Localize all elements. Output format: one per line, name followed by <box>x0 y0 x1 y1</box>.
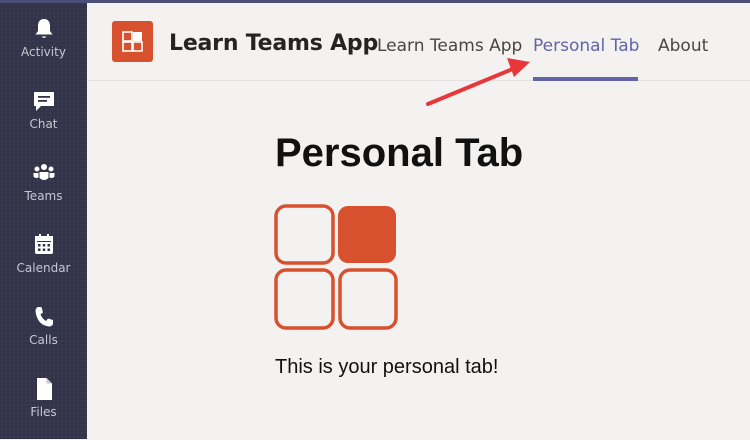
teams-icon <box>33 164 54 180</box>
rail-item-activity[interactable]: Activity <box>0 16 87 80</box>
tab-personal-tab[interactable]: Personal Tab <box>533 36 639 56</box>
app-logo <box>112 21 153 62</box>
rail-label: Calendar <box>16 261 71 275</box>
active-tab-indicator <box>533 77 638 81</box>
rail-item-files[interactable]: Files <box>0 376 87 440</box>
app-bar: Activity Chat Teams Calendar Calls Files <box>0 3 87 439</box>
tab-learn-teams-app[interactable]: Learn Teams App <box>377 36 522 56</box>
tab-about[interactable]: About <box>658 36 708 56</box>
rail-label: Chat <box>29 117 58 131</box>
bell-icon <box>35 19 52 38</box>
chat-icon <box>33 92 54 111</box>
file-icon <box>36 378 52 400</box>
calendar-icon <box>34 234 53 254</box>
rail-label: Files <box>30 405 57 419</box>
page-title: Personal Tab <box>275 131 524 175</box>
rail-item-teams[interactable]: Teams <box>0 160 87 224</box>
rail-label: Teams <box>24 189 63 203</box>
personal-tab-logo <box>274 204 398 330</box>
page-message: This is your personal tab! <box>275 356 499 378</box>
main-area: Learn Teams App Learn Teams App Personal… <box>88 3 750 439</box>
rail-label: Activity <box>21 45 66 59</box>
app-title: Learn Teams App <box>169 31 379 56</box>
app-logo-icon <box>122 31 143 52</box>
app-header: Learn Teams App Learn Teams App Personal… <box>88 3 750 81</box>
rail-item-calendar[interactable]: Calendar <box>0 232 87 296</box>
phone-icon <box>35 307 53 327</box>
rail-item-chat[interactable]: Chat <box>0 88 87 152</box>
rail-label: Calls <box>29 333 58 347</box>
rail-item-calls[interactable]: Calls <box>0 304 87 368</box>
